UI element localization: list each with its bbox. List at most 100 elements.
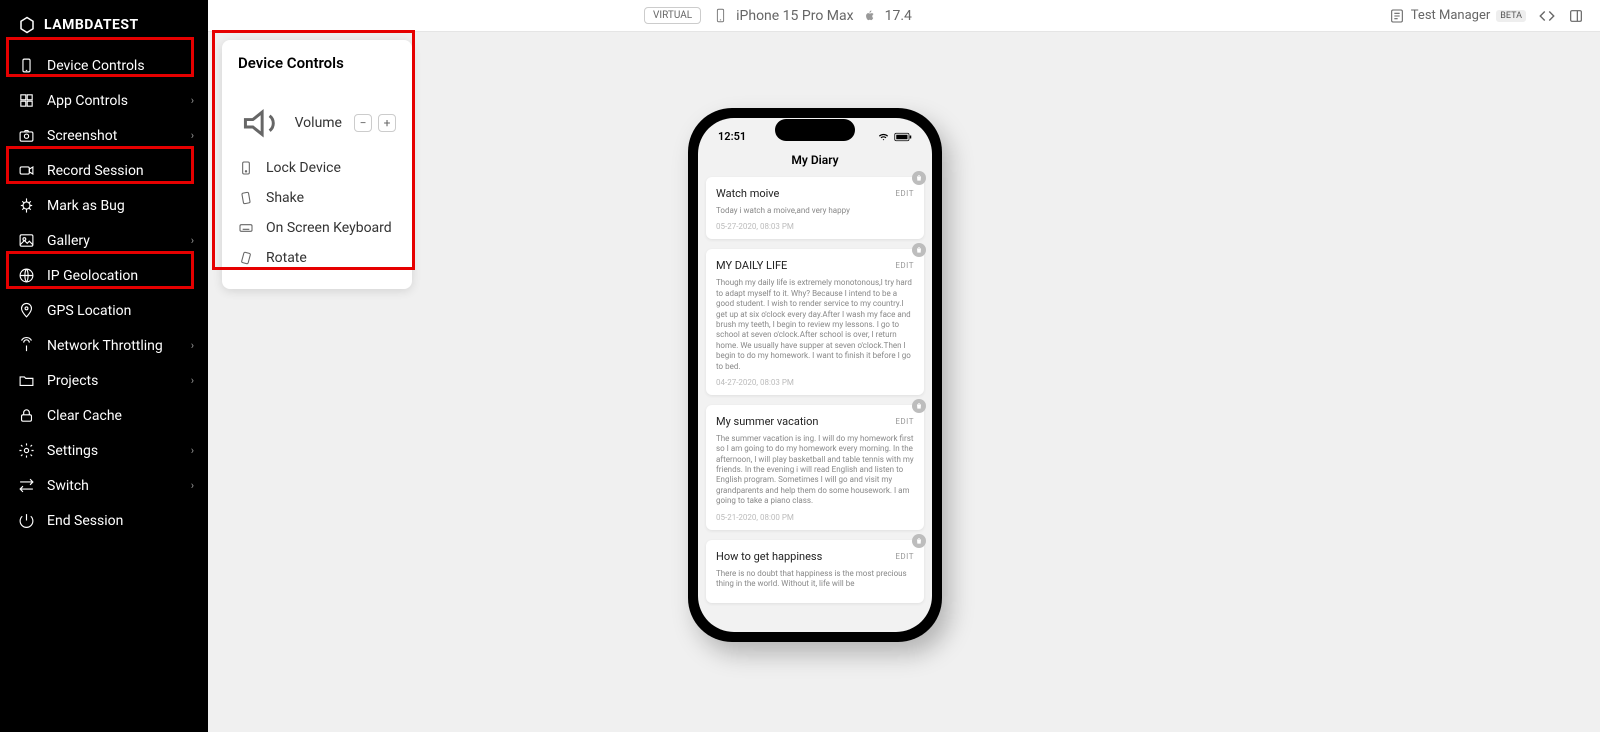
- device-icon: [18, 57, 35, 74]
- chevron-right-icon: ›: [191, 444, 194, 457]
- sidebar-item-label: Screenshot: [47, 128, 117, 144]
- test-manager-label: Test Manager: [1411, 8, 1490, 23]
- bug-icon: [18, 197, 35, 214]
- sidebar-item-label: Switch: [47, 478, 89, 494]
- switch-icon: [18, 477, 35, 494]
- sidebar-item-label: Projects: [47, 373, 98, 389]
- sidebar-item-gallery[interactable]: Gallery ›: [0, 223, 208, 258]
- test-manager-icon: [1389, 8, 1405, 24]
- panel-rotate[interactable]: Rotate: [238, 243, 396, 273]
- globe-icon: [18, 267, 35, 284]
- chevron-right-icon: ›: [191, 59, 194, 72]
- panel-volume-row: Volume − +: [238, 94, 396, 153]
- edit-button[interactable]: EDIT: [895, 261, 914, 270]
- sidebar-item-record-session[interactable]: Record Session: [0, 153, 208, 188]
- sidebar-item-gps-location[interactable]: GPS Location: [0, 293, 208, 328]
- lock-icon: [238, 160, 254, 176]
- sidebar-item-label: GPS Location: [47, 303, 131, 319]
- test-manager-button[interactable]: Test Manager BETA: [1389, 8, 1526, 24]
- chevron-right-icon: ›: [191, 129, 194, 142]
- panel-shake[interactable]: Shake: [238, 183, 396, 213]
- diary-title: My Diary: [698, 147, 932, 177]
- expand-icon[interactable]: [1568, 8, 1584, 24]
- topbar: VIRTUAL iPhone 15 Pro Max 17.4 Test Mana…: [208, 0, 1600, 32]
- sidebar-item-label: Device Controls: [47, 58, 145, 74]
- panel-title: Device Controls: [238, 54, 396, 72]
- edit-button[interactable]: EDIT: [895, 417, 914, 426]
- diary-cards: Watch moive EDIT Today i watch a moive,a…: [698, 177, 932, 603]
- folder-icon: [18, 372, 35, 389]
- delete-icon[interactable]: [912, 534, 926, 548]
- shake-icon: [238, 190, 254, 206]
- delete-icon[interactable]: [912, 399, 926, 413]
- card-body: Today i watch a moive,and very happy: [716, 206, 914, 216]
- diary-card[interactable]: My summer vacation EDIT The summer vacat…: [706, 405, 924, 530]
- rotate-icon: [238, 250, 254, 266]
- sidebar-item-projects[interactable]: Projects ›: [0, 363, 208, 398]
- code-icon[interactable]: [1538, 7, 1556, 25]
- keyboard-icon: [238, 220, 254, 236]
- sidebar-item-screenshot[interactable]: Screenshot ›: [0, 118, 208, 153]
- sidebar-item-label: App Controls: [47, 93, 128, 109]
- edit-button[interactable]: EDIT: [895, 552, 914, 561]
- chevron-right-icon: ›: [191, 234, 194, 247]
- chevron-right-icon: ›: [191, 94, 194, 107]
- phone-icon: [713, 7, 728, 24]
- sidebar-item-label: End Session: [47, 513, 123, 529]
- sidebar-item-label: Network Throttling: [47, 338, 163, 354]
- volume-up-button[interactable]: +: [378, 114, 396, 132]
- device-name: iPhone 15 Pro Max: [736, 8, 853, 24]
- sidebar-item-end-session[interactable]: End Session: [0, 503, 208, 538]
- volume-down-button[interactable]: −: [354, 114, 372, 132]
- sidebar-item-mark-bug[interactable]: Mark as Bug: [0, 188, 208, 223]
- sidebar-item-label: Settings: [47, 443, 98, 459]
- panel-lock-device[interactable]: Lock Device: [238, 153, 396, 183]
- chevron-right-icon: ›: [191, 374, 194, 387]
- sidebar-item-label: Record Session: [47, 163, 144, 179]
- sidebar-item-label: Mark as Bug: [47, 198, 125, 214]
- panel-keyboard[interactable]: On Screen Keyboard: [238, 213, 396, 243]
- phone-screen[interactable]: 12:51 My Diary Watch moive EDIT Tod: [698, 118, 932, 632]
- card-body: Though my daily life is extremely monoto…: [716, 278, 914, 372]
- edit-button[interactable]: EDIT: [895, 189, 914, 198]
- sidebar-item-label: Gallery: [47, 233, 90, 249]
- card-date: 04-27-2020, 08:03 PM: [716, 378, 914, 387]
- delete-icon[interactable]: [912, 171, 926, 185]
- diary-card[interactable]: How to get happiness EDIT There is no do…: [706, 540, 924, 604]
- diary-card[interactable]: Watch moive EDIT Today i watch a moive,a…: [706, 177, 924, 239]
- panel-item-label: Lock Device: [266, 160, 341, 176]
- sidebar-item-app-controls[interactable]: App Controls ›: [0, 83, 208, 118]
- sidebar-item-label: IP Geolocation: [47, 268, 138, 284]
- sidebar-item-switch[interactable]: Switch ›: [0, 468, 208, 503]
- card-title: Watch moive: [716, 187, 779, 200]
- beta-badge: BETA: [1496, 10, 1526, 22]
- card-title: MY DAILY LIFE: [716, 259, 787, 272]
- logo-text: LAMBDATEST: [44, 17, 139, 33]
- sidebar-item-ip-geolocation[interactable]: IP Geolocation ›: [0, 258, 208, 293]
- pin-icon: [18, 302, 35, 319]
- diary-card[interactable]: MY DAILY LIFE EDIT Though my daily life …: [706, 249, 924, 395]
- gear-icon: [18, 442, 35, 459]
- sidebar-item-settings[interactable]: Settings ›: [0, 433, 208, 468]
- chevron-right-icon: ›: [191, 339, 194, 352]
- device-info: iPhone 15 Pro Max 17.4: [713, 7, 912, 24]
- record-icon: [18, 162, 35, 179]
- apple-icon: [862, 7, 877, 24]
- phone-mockup: 12:51 My Diary Watch moive EDIT Tod: [688, 108, 942, 642]
- logo[interactable]: LAMBDATEST: [0, 8, 208, 48]
- status-time: 12:51: [718, 130, 746, 143]
- card-title: My summer vacation: [716, 415, 818, 428]
- card-date: 05-21-2020, 08:00 PM: [716, 513, 914, 522]
- chevron-right-icon: ›: [191, 269, 194, 282]
- card-body: The summer vacation is ing. I will do my…: [716, 434, 914, 507]
- sidebar-item-device-controls[interactable]: Device Controls ›: [0, 48, 208, 83]
- camera-icon: [18, 127, 35, 144]
- wifi-icon: [877, 132, 890, 142]
- delete-icon[interactable]: [912, 243, 926, 257]
- device-controls-panel: Device Controls Volume − + Lock Device S…: [222, 40, 412, 289]
- sidebar-item-clear-cache[interactable]: Clear Cache: [0, 398, 208, 433]
- card-title: How to get happiness: [716, 550, 822, 563]
- sidebar-item-network-throttling[interactable]: Network Throttling ›: [0, 328, 208, 363]
- battery-icon: [894, 132, 912, 142]
- os-version: 17.4: [885, 8, 912, 24]
